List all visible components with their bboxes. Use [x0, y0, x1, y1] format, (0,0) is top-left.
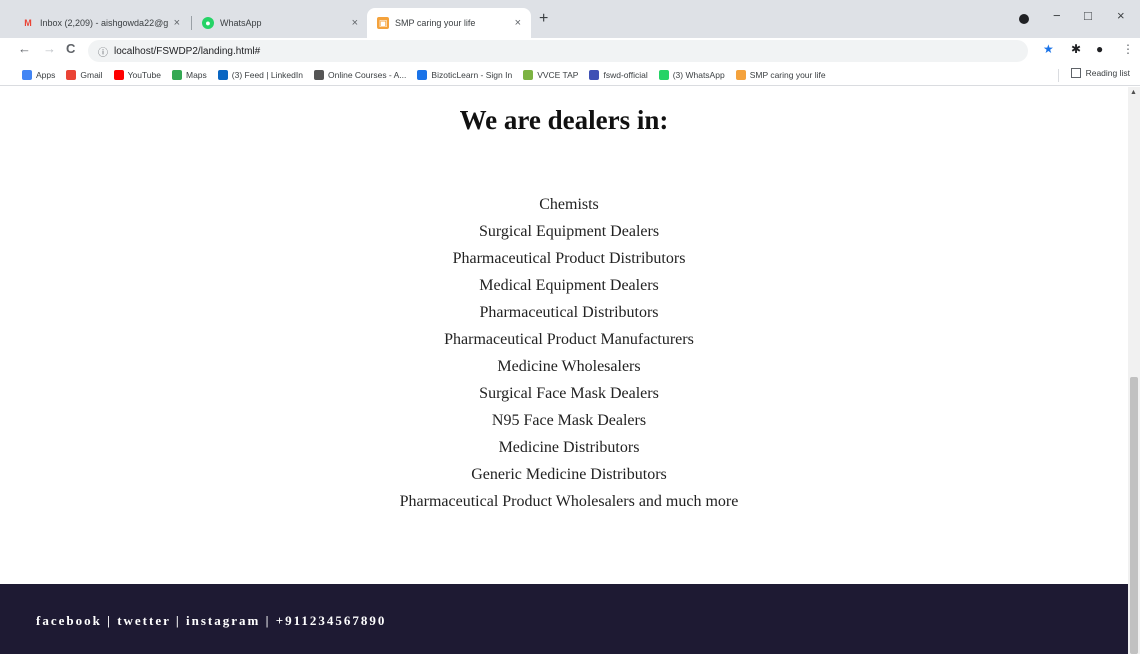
browser-toolbar: ← → C ⓘ localhost/FSWDP2/landing.html# ★… — [0, 38, 1140, 64]
bookmarks-bar: Apps Gmail YouTube Maps (3) Feed | Linke… — [0, 64, 1140, 86]
new-tab-button[interactable]: + — [539, 10, 548, 28]
dealer-item: Medicine Wholesalers — [497, 358, 641, 375]
reading-list-button[interactable]: Reading list — [1070, 68, 1130, 78]
dealer-item: Pharmaceutical Product Manufacturers — [444, 331, 694, 348]
info-icon[interactable]: ⓘ — [98, 44, 108, 59]
bookmark-star-icon[interactable]: ★ — [1043, 42, 1054, 56]
dealer-item: Chemists — [539, 196, 599, 213]
youtube-icon — [113, 69, 124, 80]
bookmarks-divider — [1058, 69, 1059, 82]
smp-icon: ▣ — [377, 17, 389, 29]
bookmark-maps[interactable]: Maps — [171, 69, 207, 80]
dealer-list: Chemists Surgical Equipment Dealers Phar… — [0, 193, 1138, 517]
tab-gmail[interactable]: M Inbox (2,209) - aishgowda22@g × — [12, 8, 190, 38]
fswd-icon — [589, 69, 600, 80]
dealer-item: Medical Equipment Dealers — [479, 277, 659, 294]
url-text: localhost/FSWDP2/landing.html# — [114, 45, 261, 57]
whatsapp-icon: ● — [202, 17, 214, 29]
dealer-item: Medicine Distributors — [498, 439, 640, 456]
menu-icon[interactable]: ⋮ — [1122, 42, 1134, 56]
minimize-button[interactable]: − — [1053, 8, 1061, 23]
bookmark-youtube[interactable]: YouTube — [113, 69, 161, 80]
back-button[interactable]: ← — [18, 41, 31, 56]
record-icon — [1019, 14, 1029, 24]
bookmark-online-courses[interactable]: Online Courses - A... — [313, 69, 406, 80]
bookmark-vvce-tap[interactable]: VVCE TAP — [523, 69, 578, 80]
scrollbar-thumb[interactable] — [1130, 377, 1138, 654]
bookmark-fswd-official[interactable]: fswd-official — [589, 69, 648, 80]
bizoticlearn-icon — [417, 69, 428, 80]
smp-icon — [735, 69, 746, 80]
dealer-item: Surgical Equipment Dealers — [478, 223, 660, 240]
reading-list-icon — [1070, 68, 1081, 78]
footer-social-links: facebook | twetter | instagram | +911234… — [36, 613, 387, 628]
footer: facebook | twetter | instagram | +911234… — [0, 584, 1128, 654]
tab-label: SMP caring your life — [395, 18, 476, 28]
tab-strip: M Inbox (2,209) - aishgowda22@g × ● What… — [0, 0, 1140, 38]
close-icon[interactable]: × — [515, 17, 521, 29]
bookmark-smp[interactable]: SMP caring your life — [735, 69, 826, 80]
dealer-item: Pharmaceutical Distributors — [479, 304, 659, 321]
page-content: We are dealers in: Chemists Surgical Equ… — [0, 87, 1128, 654]
bookmark-linkedin[interactable]: (3) Feed | LinkedIn — [217, 69, 303, 80]
gmail-icon: M — [24, 18, 32, 28]
dealer-item: Surgical Face Mask Dealers — [479, 385, 659, 402]
close-icon[interactable]: × — [174, 17, 180, 29]
apps-grid-icon — [22, 69, 32, 80]
scroll-up-arrow-icon[interactable]: ▲ — [1130, 89, 1137, 96]
maximize-button[interactable]: □ — [1084, 8, 1092, 23]
whatsapp-icon — [658, 69, 669, 80]
close-icon[interactable]: × — [352, 17, 358, 29]
courses-icon — [313, 69, 324, 80]
window-close-button[interactable]: × — [1117, 8, 1125, 23]
dealer-item: Pharmaceutical Product Wholesalers and m… — [399, 493, 739, 510]
page-heading: We are dealers in: — [459, 105, 669, 135]
gmail-icon — [66, 69, 77, 80]
tab-label: Inbox (2,209) - aishgowda22@g — [40, 18, 169, 28]
vvce-icon — [523, 69, 534, 80]
profile-icon[interactable]: ● — [1096, 42, 1103, 56]
bookmark-bizoticlearn[interactable]: BizoticLearn - Sign In — [417, 69, 512, 80]
dealer-item: Generic Medicine Distributors — [471, 466, 667, 483]
page-scrollbar[interactable]: ▲ — [1128, 87, 1140, 654]
dealer-item: Pharmaceutical Product Distributors — [452, 250, 686, 267]
tab-smp[interactable]: ▣ SMP caring your life × — [367, 8, 531, 38]
reload-button[interactable]: C — [66, 41, 75, 56]
dealer-item: N95 Face Mask Dealers — [491, 412, 647, 429]
maps-icon — [171, 69, 182, 80]
tab-label: WhatsApp — [220, 18, 262, 28]
tab-whatsapp[interactable]: ● WhatsApp × — [192, 8, 368, 38]
bookmark-whatsapp[interactable]: (3) WhatsApp — [658, 69, 725, 80]
forward-button[interactable]: → — [43, 41, 56, 56]
extensions-icon[interactable]: ✱ — [1071, 42, 1081, 56]
linkedin-icon — [217, 69, 228, 80]
bookmark-gmail[interactable]: Gmail — [66, 69, 103, 80]
bookmark-apps[interactable]: Apps — [22, 69, 55, 80]
address-bar[interactable]: ⓘ localhost/FSWDP2/landing.html# — [88, 40, 1028, 62]
